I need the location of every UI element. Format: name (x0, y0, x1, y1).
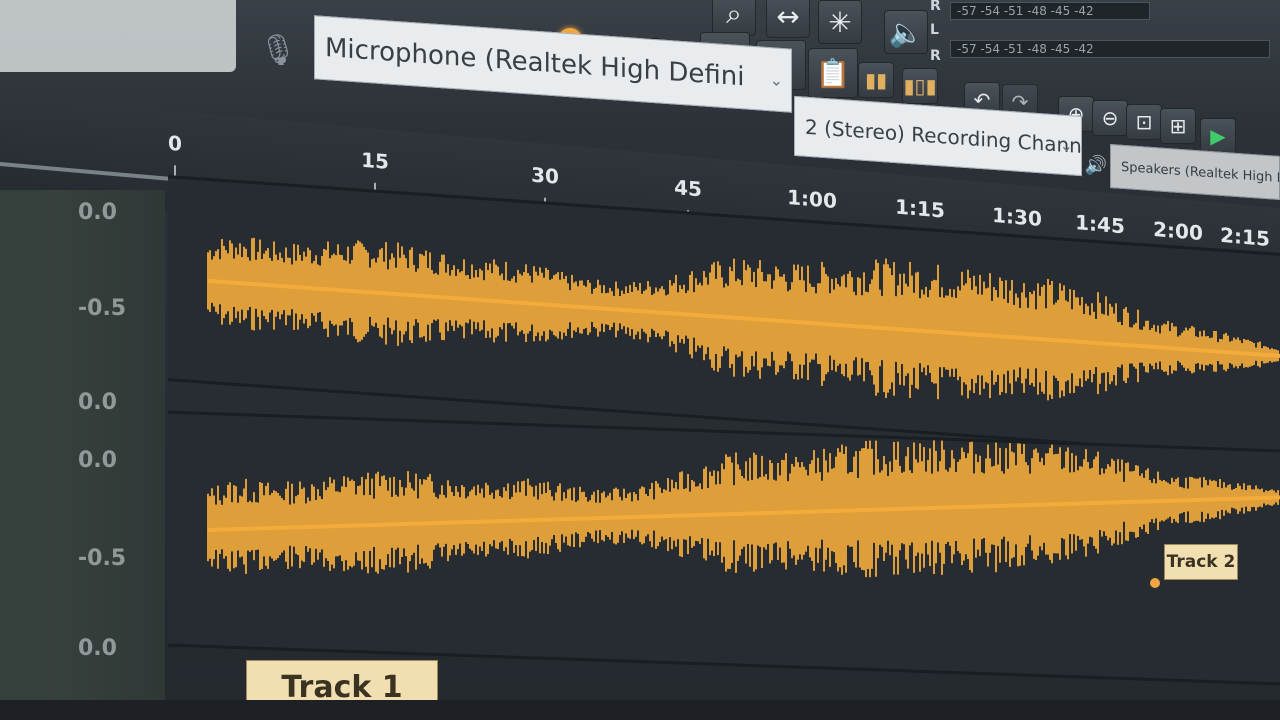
recording-channels-value: 2 (Stereo) Recording Channels (805, 114, 1082, 161)
zoom-icon[interactable]: ⌕ (712, 0, 756, 36)
amplitude-scale-label: 0.0 (78, 200, 117, 225)
host-select[interactable] (0, 0, 236, 72)
timeline-tick-label: 45 (674, 174, 702, 202)
timeline-tick-label: 2:15 (1220, 222, 1270, 252)
paste-icon[interactable]: 📋 (808, 48, 858, 98)
amplitude-scale-label: -0.5 (78, 546, 127, 571)
amplitude-scale-label: 0.0 (78, 390, 117, 415)
speaker-icon[interactable]: 🔊 (1082, 150, 1110, 180)
track-2-name-label[interactable]: Track 2 (1164, 544, 1238, 580)
chevron-down-icon: ⌄ (1059, 135, 1073, 155)
speaker-icon[interactable]: 🔈 (884, 10, 928, 54)
timeline-tick-label: 1:30 (992, 202, 1042, 232)
silence-icon[interactable]: ▮▯▮ (902, 68, 938, 104)
chevron-down-icon: ⌄ (769, 69, 783, 90)
recording-meter-scale: -57 -54 -51 -48 -45 -42 (957, 42, 1094, 56)
microphone-icon[interactable]: 🎙 (252, 24, 304, 76)
timeline-tick-label: 1:00 (787, 184, 837, 214)
fit-project-icon[interactable]: ⊞ (1160, 108, 1196, 144)
play-icon[interactable]: ▶ (1200, 118, 1236, 154)
fit-selection-icon[interactable]: ⊡ (1126, 104, 1162, 140)
timeline-tick-label: 1:15 (895, 194, 945, 223)
trim-icon[interactable]: ▮▮ (858, 62, 894, 98)
playback-meter-scale: -57 -54 -51 -48 -45 -42 (957, 4, 1094, 18)
time-shift-icon[interactable]: ↔ (766, 0, 810, 38)
playback-device-select[interactable]: Speakers (Realtek High Defini (1110, 144, 1280, 200)
audio-editor-window: 🎙 ⌕ ↔ ✳ 🔈 ✂ ❐ 📋 ▮▮ ▮▯▮ ↶ ↷ ⊕ ⊖ ⊡ ⊞ ▶ R -… (0, 0, 1280, 720)
timeline-tick-label: 2:00 (1153, 216, 1203, 246)
timeline-tick-label: 1:45 (1075, 210, 1125, 239)
timeline-tick-label: 15 (361, 147, 389, 175)
timeline-tick-label: 30 (531, 162, 559, 189)
status-bar (0, 700, 1280, 720)
multi-tool-icon[interactable]: ✳ (818, 0, 862, 44)
track-2-marker[interactable] (1150, 578, 1160, 588)
playback-meter[interactable]: -57 -54 -51 -48 -45 -42 (950, 2, 1150, 20)
amplitude-scale-label: 0.0 (78, 636, 117, 661)
meter-rec-l-label: L (930, 22, 939, 38)
track-2-waveform[interactable] (168, 410, 1280, 686)
playback-device-value: Speakers (Realtek High Defini (1121, 159, 1280, 188)
amplitude-scale-label: 0.0 (78, 448, 117, 473)
zoom-out-icon[interactable]: ⊖ (1092, 100, 1128, 136)
meter-play-label: R (930, 0, 941, 14)
waveform-track-2 (207, 438, 1280, 578)
meter-rec-label: R (930, 48, 941, 64)
recording-channels-select[interactable]: 2 (Stereo) Recording Channels ⌄ (794, 95, 1082, 177)
timeline-tick-label: 0 (168, 130, 182, 156)
recording-device-value: Microphone (Realtek High Defini (325, 33, 745, 93)
recording-meter[interactable]: -57 -54 -51 -48 -45 -42 (950, 40, 1270, 58)
track-gutter (0, 190, 46, 710)
amplitude-scale-label: -0.5 (78, 296, 127, 321)
